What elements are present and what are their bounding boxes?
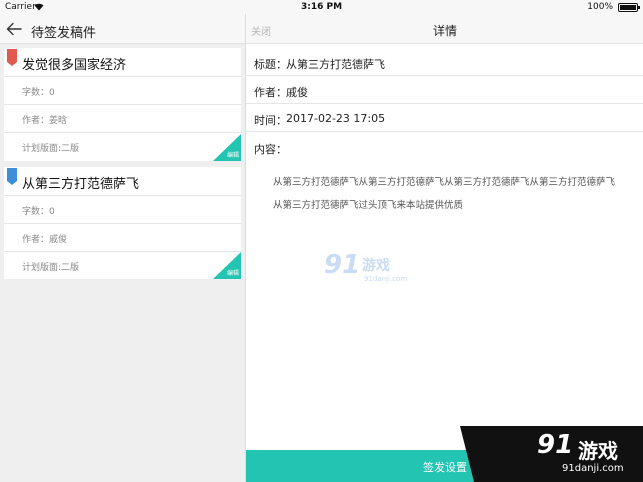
time-field: 时间： 2017-02-23 17:05: [246, 104, 643, 132]
edit-button[interactable]: 编辑: [213, 134, 241, 161]
watermark-url: 91danji.com: [364, 275, 408, 283]
corner-watermark-url: 91danji.com: [562, 463, 624, 474]
manuscript-card[interactable]: 从第三方打范德萨飞 字数：0 作者：戚俊 计划版面:二版 编辑: [4, 167, 241, 279]
manuscript-title: 从第三方打范德萨飞: [22, 177, 140, 192]
status-bar: Carrier 3:16 PM 100%: [0, 0, 643, 14]
author-field: 作者： 戚俊: [246, 76, 643, 104]
time-value: 2017-02-23 17:05: [286, 112, 386, 125]
corner-watermark: 91 游戏 91danji.com: [460, 426, 643, 482]
watermark-logo: 91 游戏 91danji.com: [324, 250, 424, 290]
author-label: 作者：: [254, 86, 287, 99]
planned-page: 计划版面:二版: [22, 263, 80, 273]
list-title: 待签发稿件: [31, 26, 97, 41]
content-body: 从第三方打范德萨飞从第三方打范德萨飞从第三方打范德萨飞从第三方打范德萨飞从第三方…: [273, 177, 616, 211]
edit-label: 编辑: [226, 152, 239, 159]
title-label: 标题：: [254, 58, 287, 71]
content-label: 内容：: [254, 143, 287, 156]
battery-percent: 100%: [587, 2, 613, 12]
detail-header: 关闭 详情: [246, 14, 643, 44]
edit-label: 编辑: [226, 270, 239, 277]
priority-tag-icon: [7, 168, 17, 185]
clock: 3:16 PM: [300, 2, 343, 12]
manuscript-list-pane: 待签发稿件 发觉很多国家经济 字数：0 作者：姜晗 计划版面:二版 编辑 从第三…: [0, 14, 245, 482]
title-field: 标题： 从第三方打范德萨飞: [246, 48, 643, 76]
word-count: 字数：0: [22, 207, 55, 217]
edit-button[interactable]: 编辑: [213, 252, 241, 279]
author-value: 戚俊: [286, 86, 308, 99]
battery-icon: [618, 3, 640, 12]
detail-pane: 关闭 详情 标题： 从第三方打范德萨飞 作者： 戚俊 时间： 2017-02-2…: [245, 14, 643, 482]
author: 作者：戚俊: [22, 235, 68, 245]
author: 作者：姜晗: [22, 116, 68, 126]
author-row: 作者：姜晗: [4, 104, 241, 132]
detail-title: 详情: [432, 24, 457, 38]
watermark-text: 游戏: [362, 258, 390, 274]
word-count: 字数：0: [22, 88, 55, 98]
priority-tag-icon: [7, 49, 17, 66]
corner-watermark-number: 91: [537, 430, 574, 460]
planned-page: 计划版面:二版: [22, 144, 80, 154]
back-arrow-icon[interactable]: [6, 22, 22, 36]
manuscript-title: 发觉很多国家经济: [22, 58, 127, 73]
author-row: 作者：戚俊: [4, 223, 241, 251]
word-count-row: 字数：0: [4, 195, 241, 223]
word-count-row: 字数：0: [4, 76, 241, 104]
list-header: 待签发稿件: [0, 14, 245, 44]
corner-watermark-text: 游戏: [578, 439, 618, 463]
watermark-number: 91: [324, 250, 361, 280]
time-label: 时间：: [254, 114, 287, 127]
title-value: 从第三方打范德萨飞: [286, 58, 385, 71]
manuscript-card[interactable]: 发觉很多国家经济 字数：0 作者：姜晗 计划版面:二版 编辑: [4, 48, 241, 161]
plan-row: 计划版面:二版: [4, 132, 241, 160]
plan-row: 计划版面:二版: [4, 251, 241, 279]
